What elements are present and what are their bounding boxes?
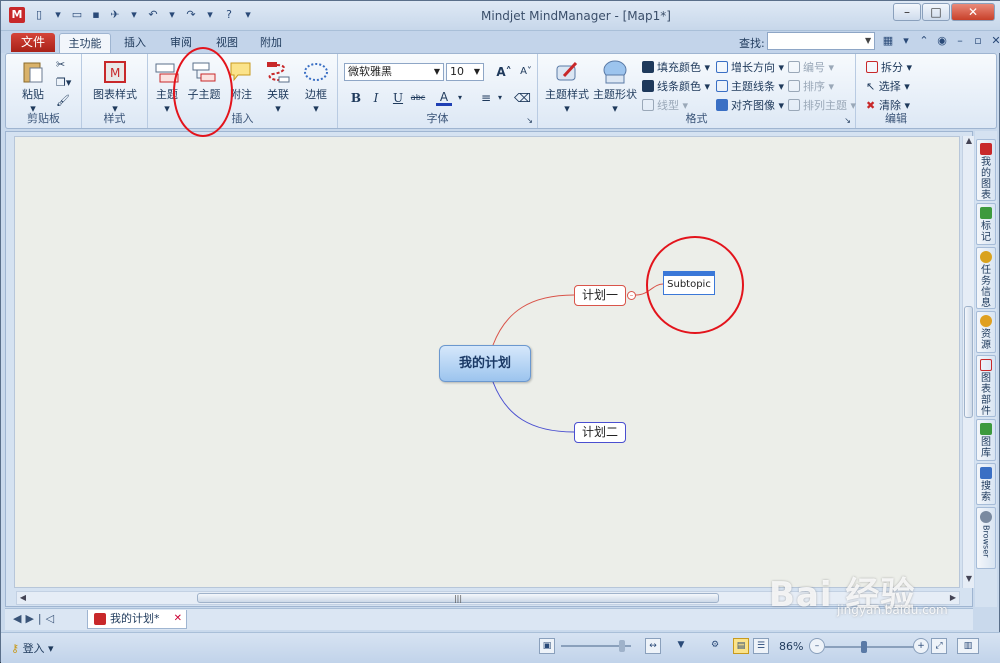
zoom-in-icon[interactable]: + xyxy=(913,638,929,654)
central-topic[interactable]: 我的计划 xyxy=(439,345,531,382)
panel-tab-my-maps[interactable]: 我的图表 xyxy=(976,139,996,201)
panel-tab-markers[interactable]: 标记 xyxy=(976,203,996,245)
baidu-watermark-url: jingyan.baidu.com xyxy=(837,603,948,617)
zoom-slider[interactable] xyxy=(825,641,915,653)
highlight-circle-subtopic-node xyxy=(646,236,744,334)
branch-line-1 xyxy=(492,294,575,346)
expand-icon[interactable]: ↔ xyxy=(645,638,661,654)
map-file-icon xyxy=(94,613,106,625)
panel-tab-resources[interactable]: 资源 xyxy=(976,311,996,353)
fit-page-icon[interactable]: ⤢ xyxy=(931,638,947,654)
zoom-slider-knob[interactable] xyxy=(861,641,867,653)
outline-view-icon[interactable]: ☰ xyxy=(753,638,769,654)
panel-tab-library[interactable]: 图库 xyxy=(976,419,996,461)
browser-icon xyxy=(980,511,992,523)
layout-icon[interactable]: ▥ xyxy=(957,638,979,654)
task-info-icon xyxy=(980,251,992,263)
zoom-out-icon[interactable]: – xyxy=(809,638,825,654)
resources-icon xyxy=(980,315,992,327)
markers-icon xyxy=(980,207,992,219)
my-maps-icon xyxy=(980,143,992,155)
sync-icon[interactable]: ⚙ xyxy=(707,638,723,654)
login-button[interactable]: ⚷ 登入 ▾ xyxy=(11,640,54,656)
map-connectors xyxy=(492,283,664,433)
key-icon: ⚷ xyxy=(11,642,23,655)
document-tab[interactable]: 我的计划* ✕ xyxy=(87,610,187,629)
fit-map-icon[interactable]: ▣ xyxy=(539,638,555,654)
filter-icon[interactable]: ▼ xyxy=(673,638,689,654)
outline-slider[interactable] xyxy=(561,640,631,652)
map-view-icon[interactable]: ▤ xyxy=(733,638,749,654)
main-topic-1[interactable]: 计划一 xyxy=(574,285,626,306)
main-topic-2[interactable]: 计划二 xyxy=(574,422,626,443)
panel-tab-task-info[interactable]: 任务信息 xyxy=(976,247,996,309)
panel-tab-search[interactable]: 搜索 xyxy=(976,463,996,505)
panel-tab-map-parts[interactable]: 图表部件 xyxy=(976,355,996,417)
task-pane-tabs: 我的图表 标记 任务信息 资源 图表部件 图库 搜索 Browser xyxy=(975,131,997,607)
search-panel-icon xyxy=(980,467,992,479)
collapse-toggle-icon[interactable]: – xyxy=(627,291,636,300)
panel-tab-browser[interactable]: Browser xyxy=(976,507,996,569)
status-bar: ⚷ 登入 ▾ ▣ ↔ ▼ ⚙ ▤ ☰ 86% – + ⤢ ▥ xyxy=(1,632,1000,663)
highlight-circle-subtopic-button xyxy=(173,47,233,137)
close-tab-icon[interactable]: ✕ xyxy=(174,610,182,628)
zoom-level: 86% xyxy=(779,640,804,653)
tab-nav-arrows-icon[interactable]: ◀▶|◁ xyxy=(13,612,58,625)
app-window: M ▯ ▾ ▭ ▪ ✈ ▾ ↶ ▾ ↷ ▾ ? ▾ Mindjet MindMa… xyxy=(0,0,1000,663)
branch-line-2 xyxy=(492,381,575,433)
map-parts-icon xyxy=(980,359,992,371)
library-icon xyxy=(980,423,992,435)
outline-slider-knob[interactable] xyxy=(619,640,625,652)
